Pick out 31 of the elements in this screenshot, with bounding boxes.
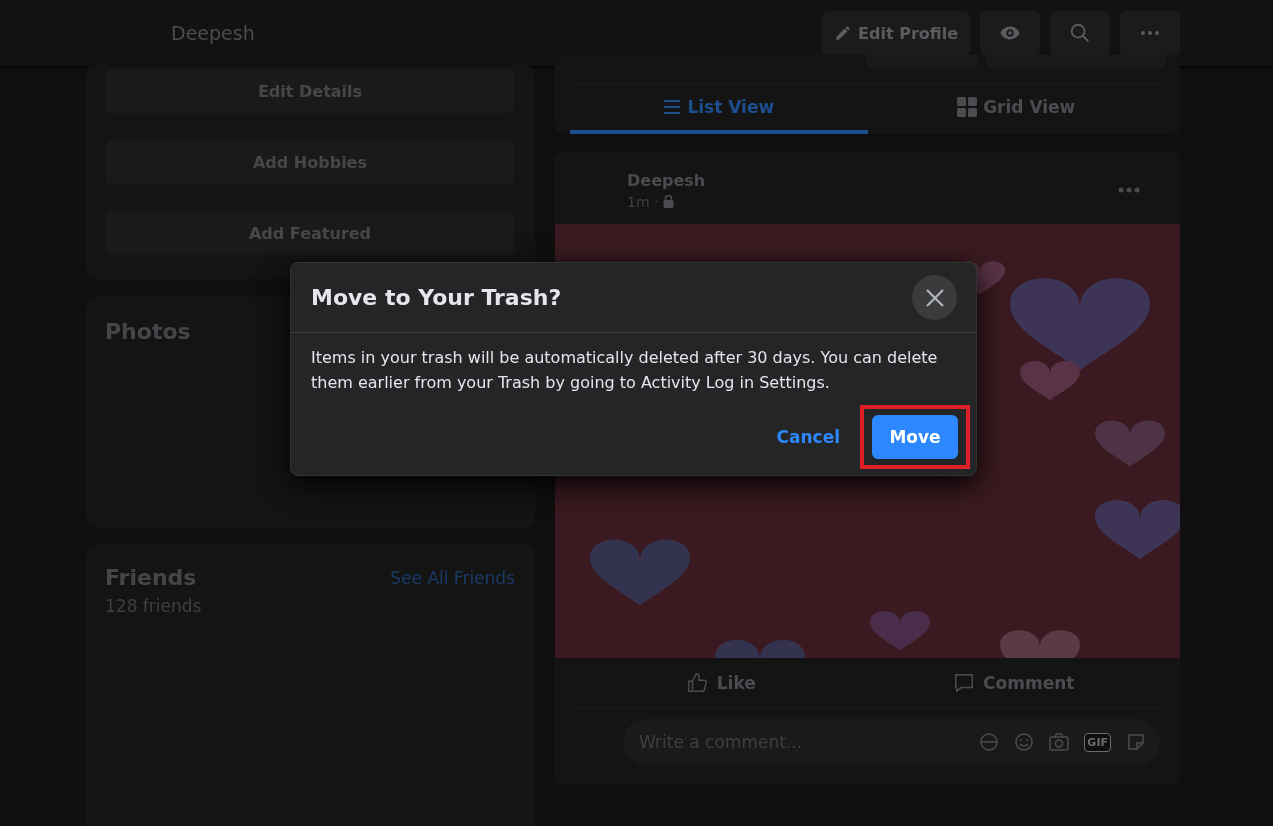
edit-profile-button[interactable]: Edit Profile xyxy=(822,10,970,56)
avatar-sticker-icon[interactable] xyxy=(979,732,1000,752)
gif-button[interactable]: GIF xyxy=(1084,732,1111,752)
thumbs-up-icon xyxy=(686,672,709,694)
smiley-icon[interactable] xyxy=(1014,732,1035,752)
see-all-friends-link[interactable]: See All Friends xyxy=(390,567,515,588)
sticker-icon[interactable] xyxy=(1126,732,1146,752)
speech-bubble-icon xyxy=(953,672,976,694)
more-icon[interactable] xyxy=(1118,187,1140,193)
lock-icon xyxy=(663,195,675,208)
list-view-tab[interactable]: List View xyxy=(570,84,868,134)
dialog-message: Items in your trash will be automatically deleted after 30 days. You can delete them earlier from your Trash by going to Activity Log in Settings. xyxy=(310,347,939,394)
grid-icon xyxy=(957,97,978,117)
cancel-button[interactable]: Cancel xyxy=(764,417,852,457)
post-author: Deepesh xyxy=(627,170,706,190)
comment-button[interactable]: Comment xyxy=(867,658,1160,708)
dialog-title: Move to Your Trash? xyxy=(311,285,562,310)
list-icon xyxy=(663,99,682,115)
search-icon xyxy=(1069,22,1091,44)
more-icon xyxy=(1140,30,1160,36)
close-button[interactable] xyxy=(912,275,957,320)
close-icon xyxy=(924,287,945,308)
grid-view-tab[interactable]: Grid View xyxy=(867,84,1165,134)
search-button[interactable] xyxy=(1050,10,1110,56)
like-button[interactable]: Like xyxy=(575,658,868,708)
more-button[interactable] xyxy=(1120,10,1180,56)
move-button[interactable]: Move xyxy=(872,415,958,459)
profile-name: Deepesh xyxy=(171,22,255,44)
pencil-icon xyxy=(834,24,853,42)
camera-icon[interactable] xyxy=(1049,732,1070,752)
view-as-button[interactable] xyxy=(980,10,1040,56)
